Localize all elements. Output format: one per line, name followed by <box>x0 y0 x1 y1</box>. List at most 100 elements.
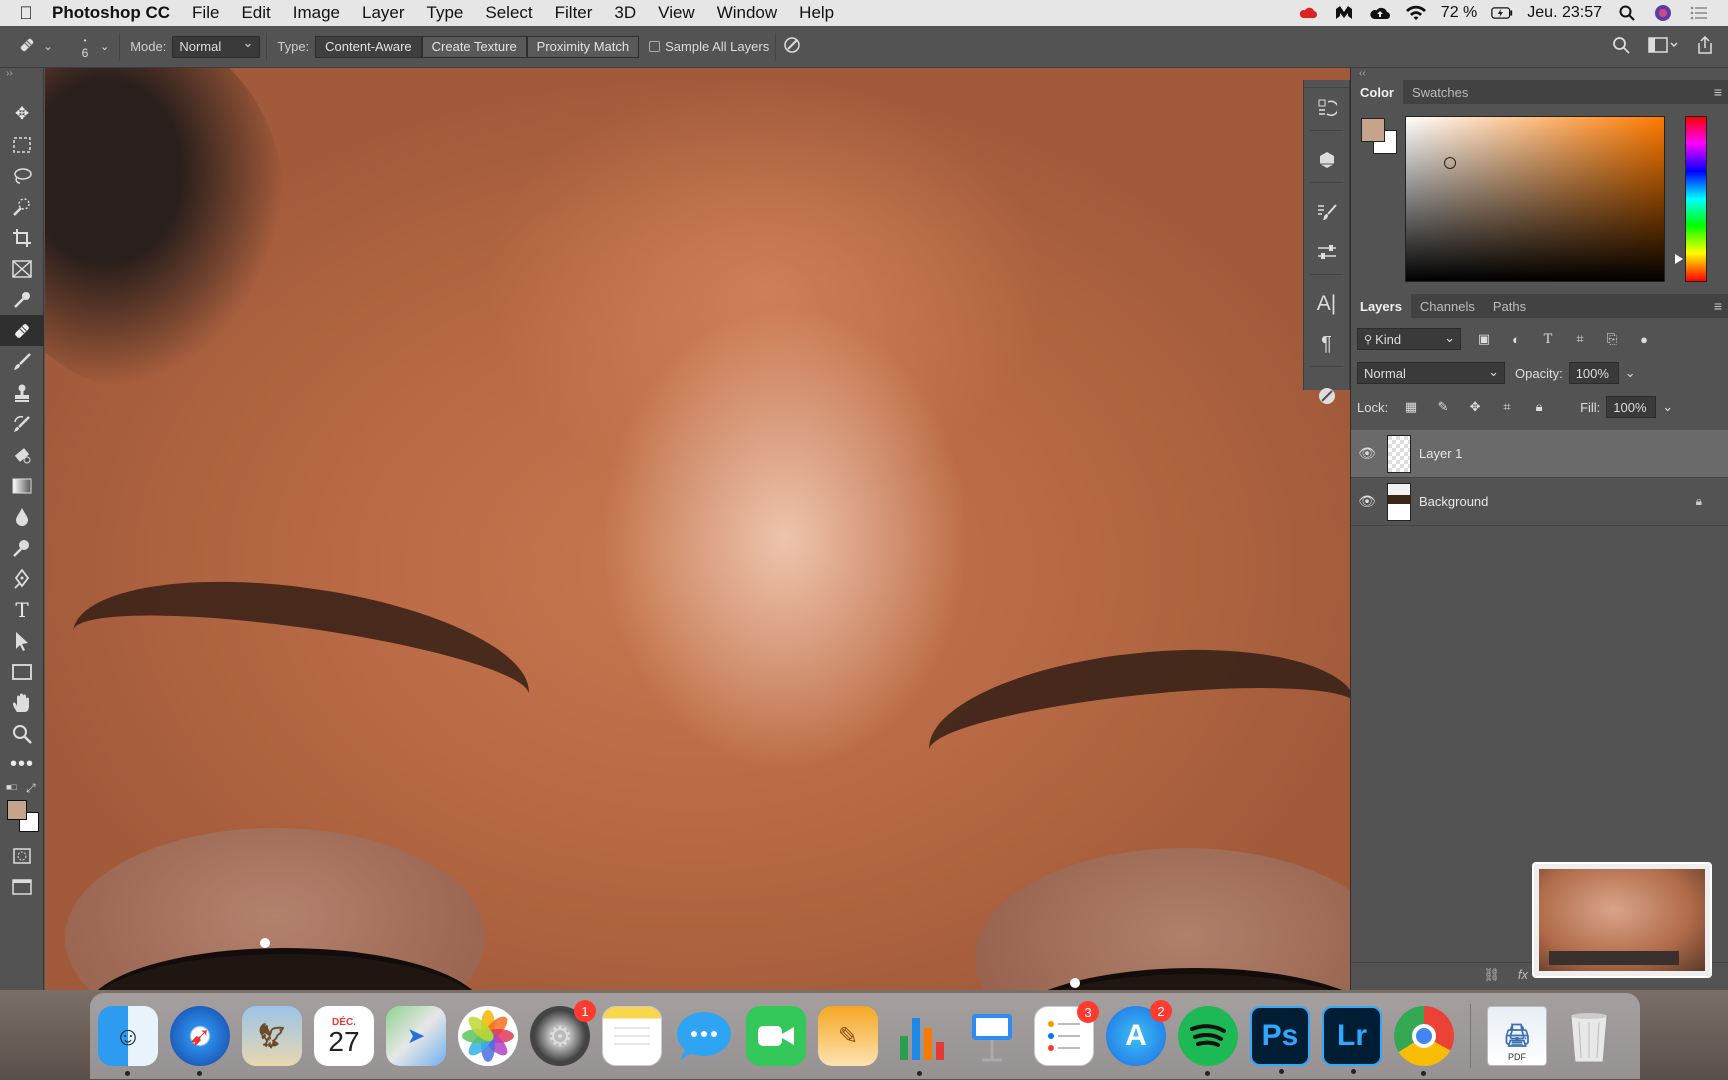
properties-panel-icon[interactable] <box>1304 376 1349 416</box>
color-swatches[interactable]: ■□ ⤢ <box>0 780 44 840</box>
siri-icon[interactable] <box>1652 4 1674 22</box>
layer-row[interactable]: 👁︎ Layer 1 <box>1351 430 1728 478</box>
lasso-tool-icon[interactable] <box>0 160 44 191</box>
mail-stamp-icon[interactable]: 🦅︎ <box>242 1006 302 1066</box>
mode-select[interactable]: Normal <box>172 35 261 58</box>
menu-3d[interactable]: 3D <box>614 3 636 23</box>
maps-icon[interactable]: ➤ <box>386 1006 446 1066</box>
navigator-thumbnail[interactable] <box>1532 862 1712 978</box>
photoshop-icon[interactable]: Ps <box>1250 1006 1310 1074</box>
spotlight-search-icon[interactable] <box>1616 4 1638 22</box>
menu-image[interactable]: Image <box>293 3 340 23</box>
apple-menu-icon[interactable]:  <box>0 3 52 24</box>
more-tools-icon[interactable]: ••• <box>0 749 44 780</box>
lock-position-icon[interactable]: ✥ <box>1466 398 1484 416</box>
tool-preset-picker[interactable]: ⌄ <box>0 31 70 63</box>
rectangle-tool-icon[interactable] <box>0 656 44 687</box>
chevron-down-icon[interactable]: ⌄ <box>100 40 109 53</box>
proximity-match-button[interactable]: Proximity Match <box>526 35 640 58</box>
filter-kind-select[interactable]: ⚲ Kind ⌄ <box>1357 328 1461 350</box>
layer-name[interactable]: Layer 1 <box>1419 446 1462 461</box>
dodge-tool-icon[interactable] <box>0 532 44 563</box>
menu-help[interactable]: Help <box>799 3 834 23</box>
clone-stamp-tool-icon[interactable] <box>0 377 44 408</box>
app-store-icon[interactable]: A 2 <box>1106 1000 1172 1066</box>
color-picker-cursor[interactable] <box>1444 157 1456 169</box>
eyedropper-tool-icon[interactable] <box>0 284 44 315</box>
chevron-down-icon[interactable]: ⌄ <box>1662 399 1673 415</box>
photos-icon[interactable] <box>458 1006 518 1066</box>
fill-input[interactable]: 100% <box>1606 396 1657 418</box>
default-colors-icon[interactable]: ■□ <box>6 782 17 792</box>
color-field[interactable] <box>1405 116 1665 282</box>
menu-layer[interactable]: Layer <box>362 3 405 23</box>
marquee-tool-icon[interactable] <box>0 129 44 160</box>
lock-image-pixels-icon[interactable]: ✎ <box>1434 398 1452 416</box>
tab-color[interactable]: Color <box>1351 80 1403 104</box>
menu-file[interactable]: File <box>192 3 219 23</box>
notes-icon[interactable] <box>602 1006 662 1066</box>
keynote-icon[interactable] <box>962 1006 1022 1066</box>
create-texture-button[interactable]: Create Texture <box>421 35 527 58</box>
pressure-size-icon[interactable] <box>782 35 802 58</box>
move-tool-icon[interactable]: ✥ <box>0 98 44 129</box>
type-tool-icon[interactable]: T <box>0 594 44 625</box>
layer-style-fx[interactable]: fx <box>1518 967 1528 982</box>
sample-all-layers-label[interactable]: Sample All Layers <box>665 39 769 54</box>
clock[interactable]: Jeu. 23:57 <box>1527 4 1602 22</box>
app-menu[interactable]: Photoshop CC <box>52 3 170 23</box>
filter-type-icon[interactable]: T <box>1539 330 1557 348</box>
chrome-icon[interactable] <box>1394 1006 1454 1076</box>
history-panel-icon[interactable] <box>1304 88 1349 128</box>
tab-paths[interactable]: Paths <box>1484 294 1535 318</box>
creative-cloud-icon[interactable] <box>1297 4 1319 22</box>
lock-all-icon[interactable]: 🔒︎ <box>1530 398 1548 416</box>
battery-charging-icon[interactable] <box>1491 4 1513 22</box>
hand-tool-icon[interactable] <box>0 687 44 718</box>
finder-icon[interactable]: ☺ <box>98 1006 158 1076</box>
paragraph-panel-icon[interactable]: ¶ <box>1304 324 1349 364</box>
eraser-tool-icon[interactable] <box>0 439 44 470</box>
trash-icon[interactable] <box>1559 1006 1619 1066</box>
messages-icon[interactable] <box>674 1006 734 1066</box>
lock-transparent-pixels-icon[interactable]: ▦ <box>1402 398 1420 416</box>
panel-menu-icon[interactable]: ≡ <box>1714 84 1722 100</box>
workspace-icon[interactable] <box>1648 36 1678 57</box>
visibility-eye-icon[interactable]: 👁︎ <box>1351 445 1383 462</box>
quick-mask-icon[interactable] <box>0 840 44 871</box>
safari-icon[interactable]: ➹ <box>170 1006 230 1076</box>
menu-view[interactable]: View <box>658 3 695 23</box>
3d-panel-icon[interactable] <box>1304 140 1349 180</box>
swap-colors-icon[interactable]: ⤢ <box>26 781 36 796</box>
blur-tool-icon[interactable] <box>0 501 44 532</box>
blend-mode-select[interactable]: Normal ⌄ <box>1357 362 1505 384</box>
filter-adjustment-icon[interactable]: ◐ <box>1507 330 1525 348</box>
menu-filter[interactable]: Filter <box>555 3 593 23</box>
numbers-icon[interactable] <box>890 1006 950 1076</box>
wifi-icon[interactable] <box>1405 4 1427 22</box>
foreground-color[interactable] <box>7 800 27 820</box>
pages-icon[interactable]: ✎ <box>818 1006 878 1066</box>
menu-window[interactable]: Window <box>717 3 777 23</box>
menu-select[interactable]: Select <box>485 3 532 23</box>
hue-slider-handle[interactable] <box>1675 254 1683 264</box>
pen-tool-icon[interactable] <box>0 563 44 594</box>
filter-shape-icon[interactable]: ⌗ <box>1571 330 1589 348</box>
path-selection-tool-icon[interactable] <box>0 625 44 656</box>
menu-edit[interactable]: Edit <box>241 3 270 23</box>
brush-tool-icon[interactable] <box>0 346 44 377</box>
filter-toggle-icon[interactable]: ● <box>1635 330 1653 348</box>
layer-name[interactable]: Background <box>1419 494 1488 509</box>
lock-artboard-icon[interactable]: ⌗ <box>1498 398 1516 416</box>
adjustments-panel-icon[interactable] <box>1304 232 1349 272</box>
calendar-icon[interactable]: DÉC. 27 <box>314 1006 374 1066</box>
visibility-eye-icon[interactable]: 👁︎ <box>1351 493 1383 510</box>
tab-layers[interactable]: Layers <box>1351 294 1411 318</box>
reminders-icon[interactable]: 3 <box>1034 1001 1099 1066</box>
spotify-icon[interactable] <box>1178 1006 1238 1076</box>
tab-swatches[interactable]: Swatches <box>1403 80 1477 104</box>
brush-size-picker[interactable]: • 6 <box>70 35 100 59</box>
crop-tool-icon[interactable] <box>0 222 44 253</box>
document-canvas[interactable] <box>45 68 1350 990</box>
frame-tool-icon[interactable] <box>0 253 44 284</box>
